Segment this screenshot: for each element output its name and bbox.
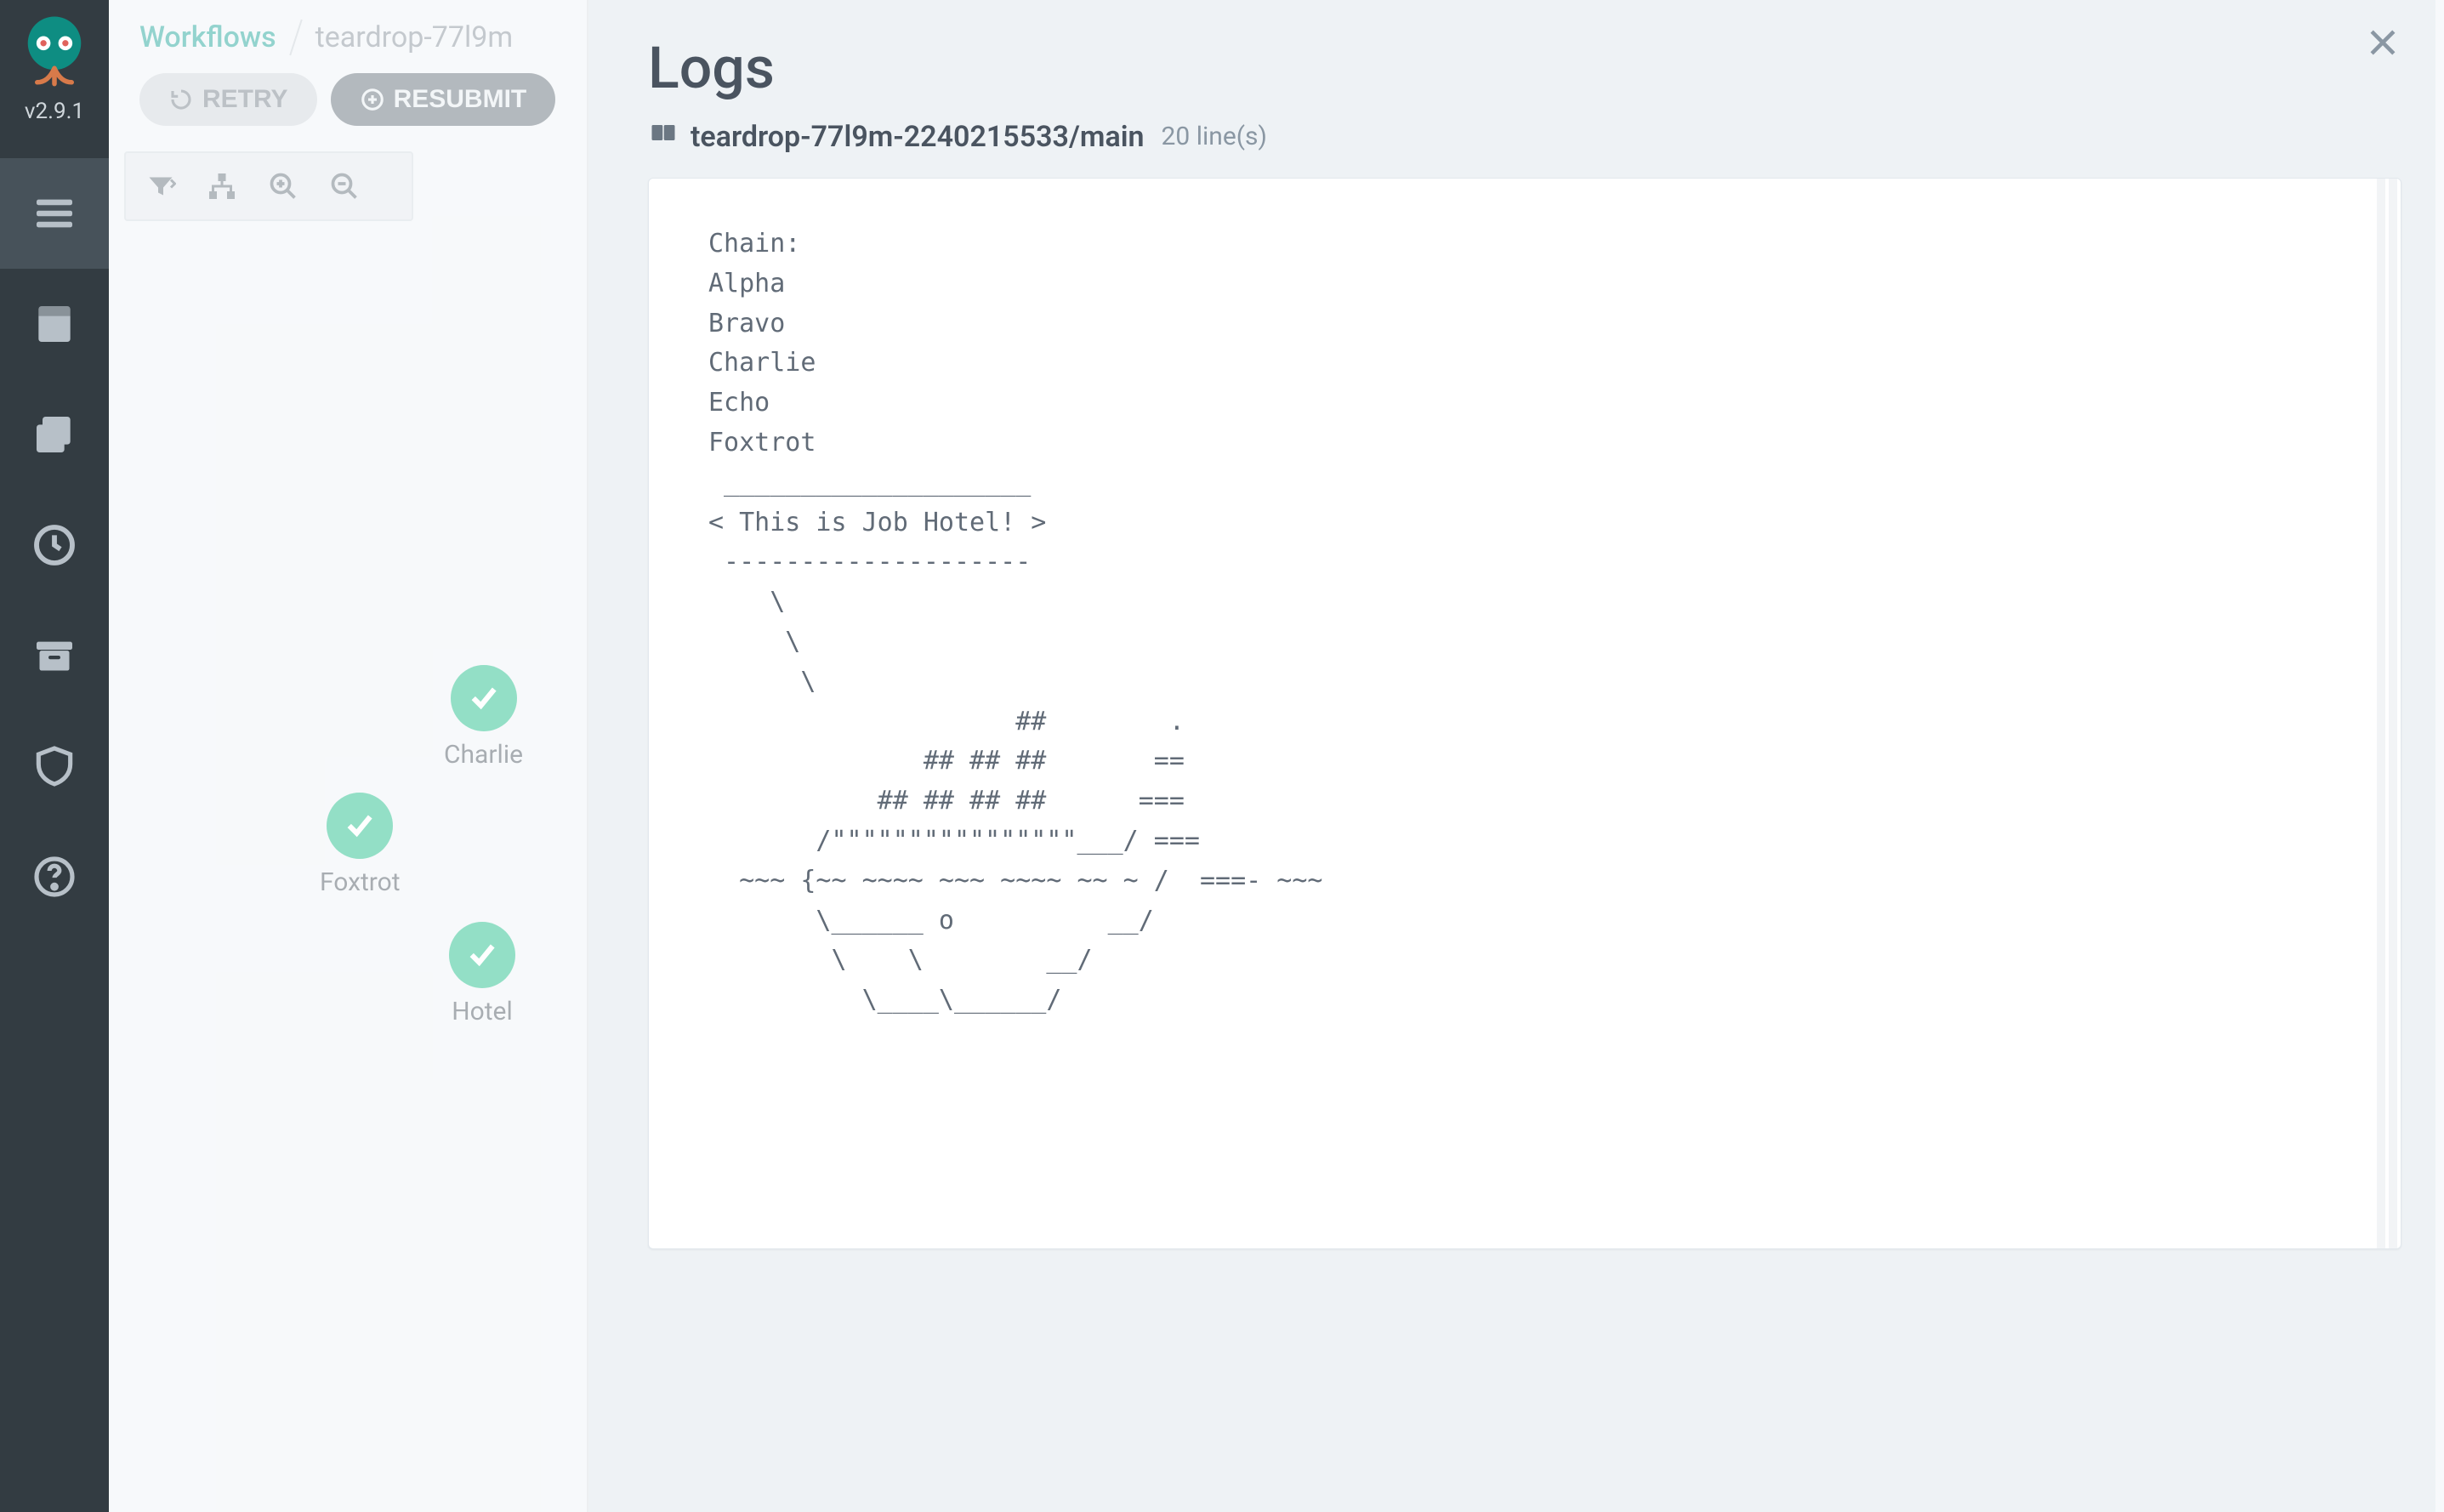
nav-workflows[interactable] bbox=[0, 158, 109, 269]
close-button[interactable] bbox=[2364, 24, 2401, 61]
logs-container-name: teardrop-77l9m-2240215533/main bbox=[691, 120, 1145, 154]
logs-output[interactable]: Chain: Alpha Bravo Charlie Echo Foxtrot … bbox=[648, 178, 2401, 1249]
main-area: Workflows teardrop-77l9m RETRY RESUBMIT bbox=[109, 0, 2444, 1512]
container-icon bbox=[648, 117, 679, 156]
nav-archive[interactable] bbox=[0, 600, 109, 711]
nav-history[interactable] bbox=[0, 490, 109, 600]
app-logo bbox=[10, 7, 99, 95]
logs-panel: Logs teardrop-77l9m-2240215533/main 20 l… bbox=[588, 0, 2435, 1512]
logs-line-count: 20 line(s) bbox=[1162, 122, 1267, 151]
nav-file[interactable] bbox=[0, 269, 109, 379]
logs-text: Chain: Alpha Bravo Charlie Echo Foxtrot … bbox=[708, 225, 2341, 1020]
logs-title: Logs bbox=[588, 0, 2435, 117]
sidebar: v2.9.1 bbox=[0, 0, 109, 1512]
nav-security[interactable] bbox=[0, 711, 109, 821]
close-icon bbox=[2364, 24, 2401, 61]
logs-subheader: teardrop-77l9m-2240215533/main 20 line(s… bbox=[588, 117, 2435, 178]
app-version: v2.9.1 bbox=[25, 99, 84, 124]
nav-files[interactable] bbox=[0, 379, 109, 490]
nav-help[interactable] bbox=[0, 821, 109, 932]
